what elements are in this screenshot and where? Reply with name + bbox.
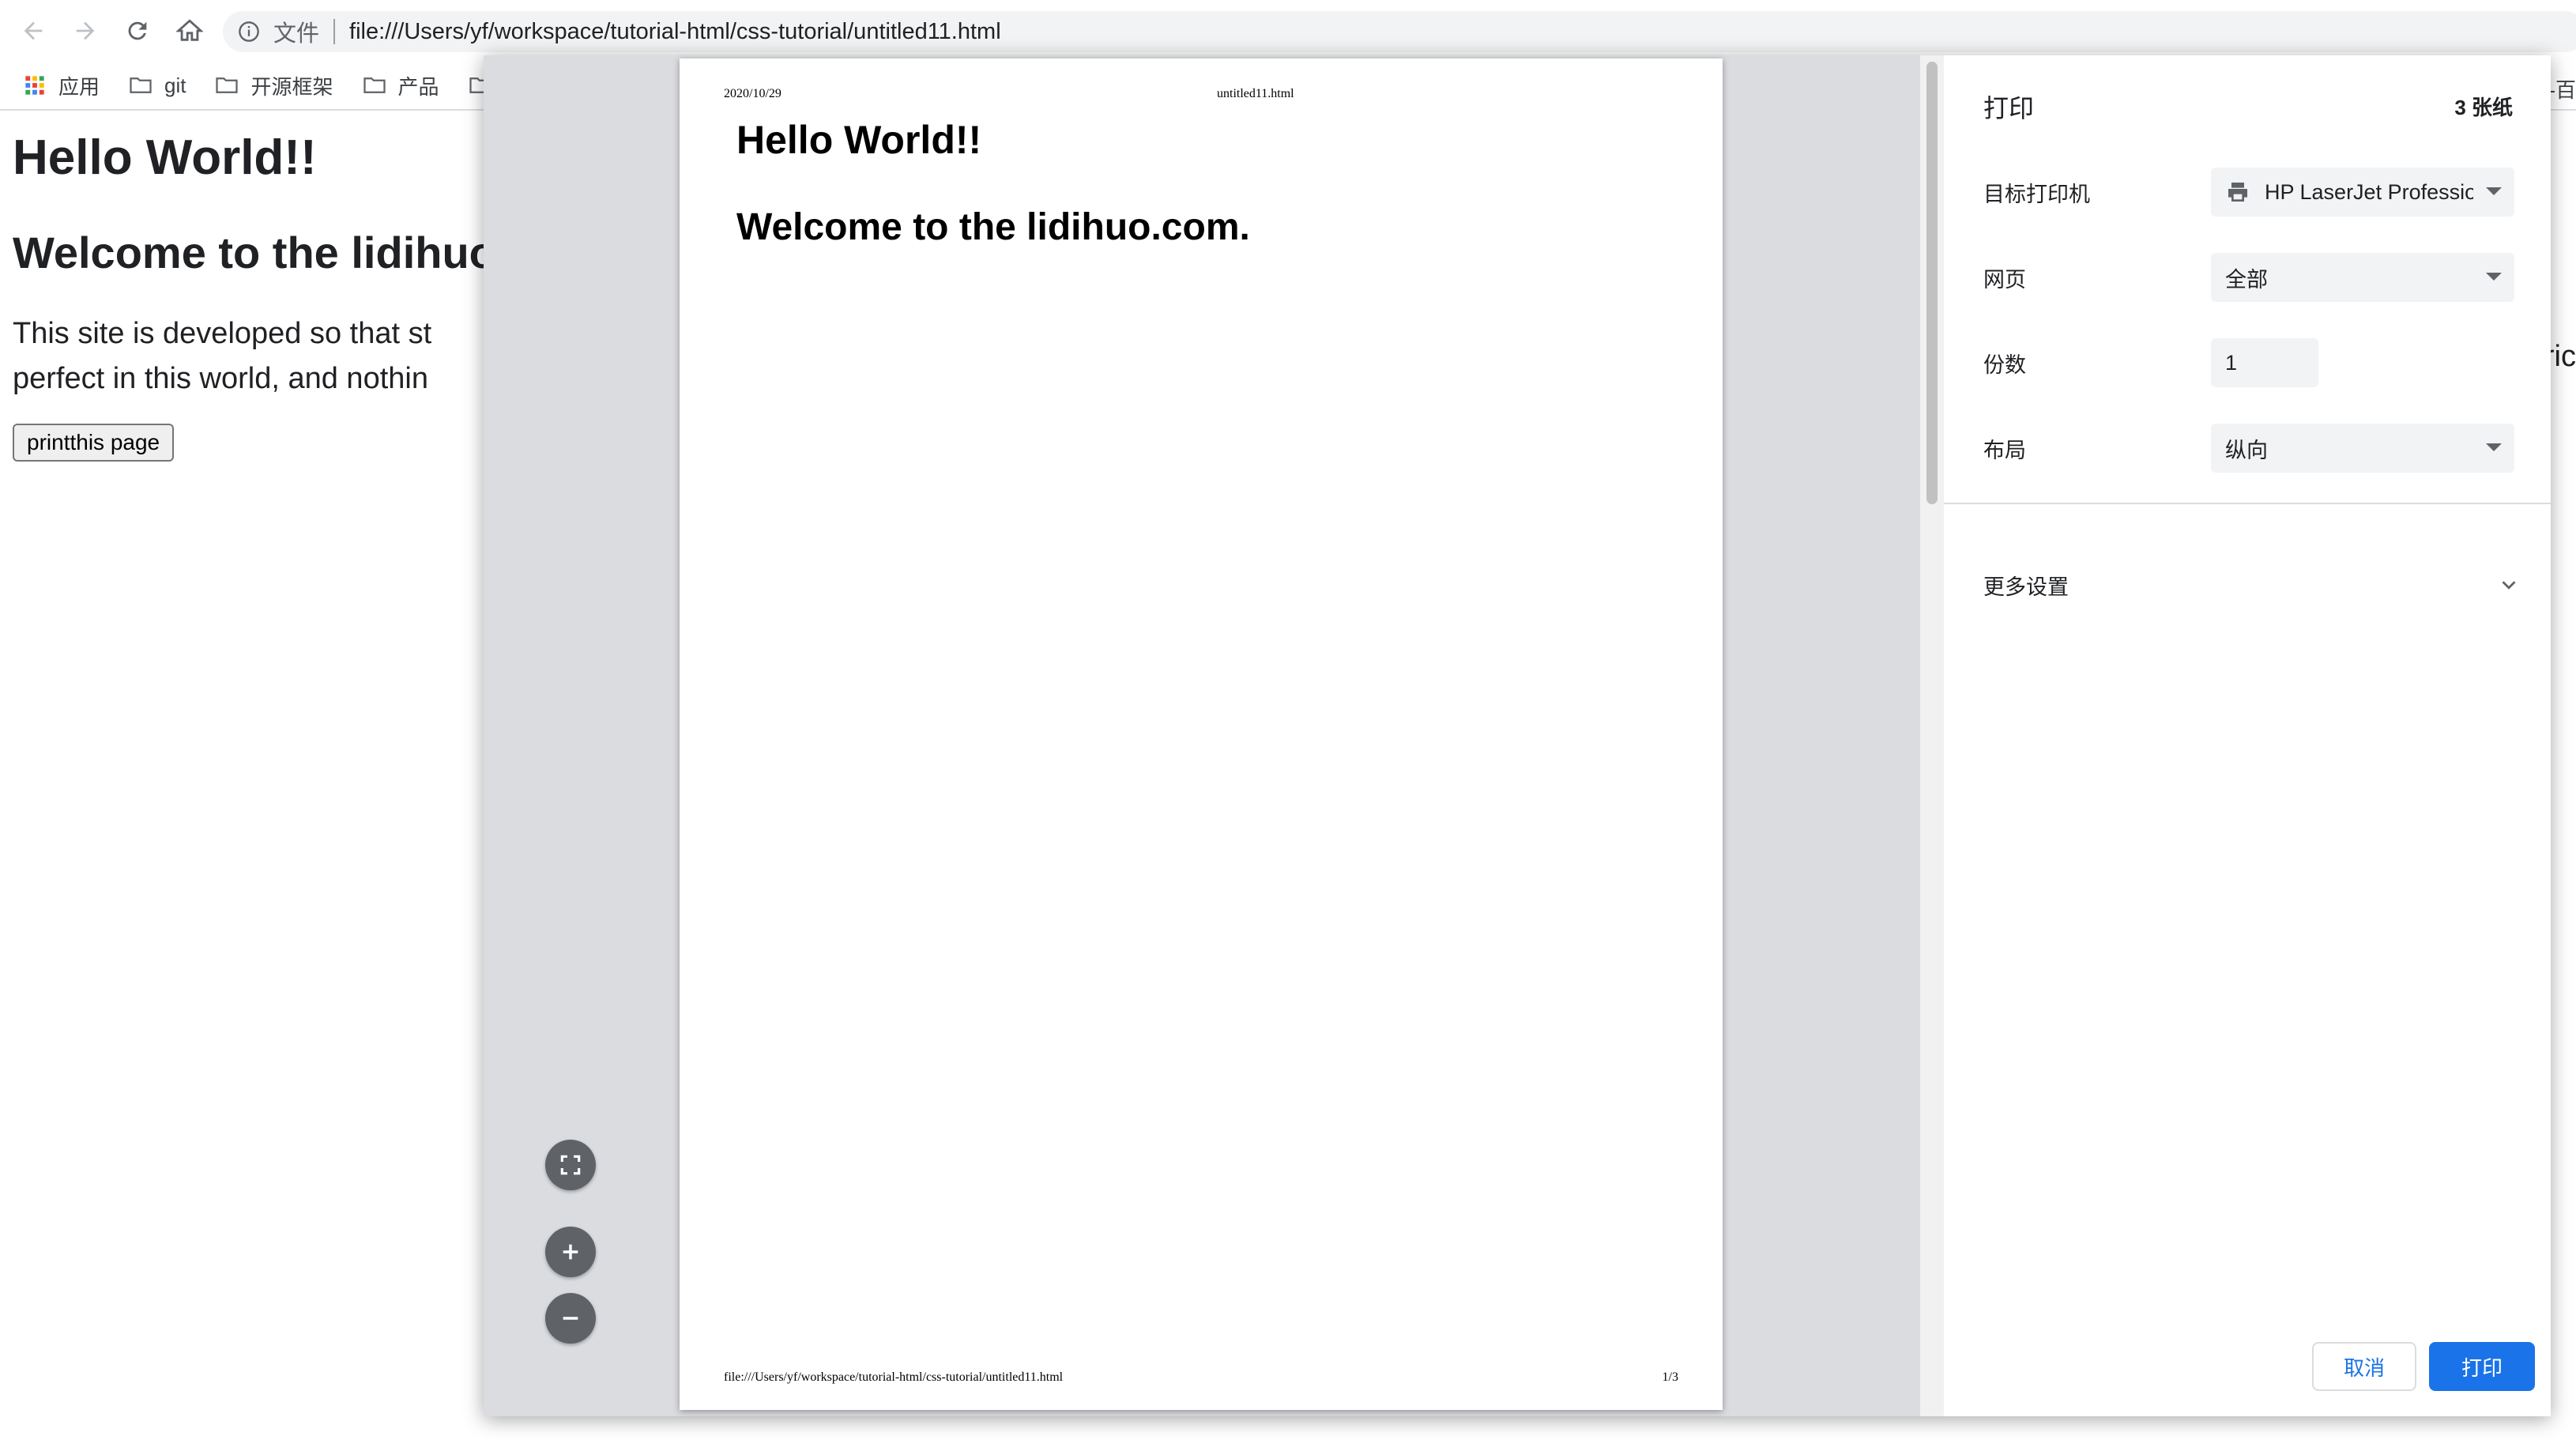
bookmark-label: 开源框架: [250, 74, 333, 99]
info-icon[interactable]: [237, 20, 261, 43]
bookmark-label: 产品: [397, 74, 439, 99]
apps-grid-icon: [22, 73, 47, 98]
dialog-title: 打印: [1983, 94, 2035, 123]
cancel-button[interactable]: 取消: [2312, 1342, 2416, 1391]
reload-button[interactable]: [112, 6, 163, 56]
scrollbar-thumb[interactable]: [1926, 62, 1938, 504]
bookmark-label: git: [164, 73, 186, 97]
arrow-left-icon: [24, 21, 43, 40]
preview-footer-url: file:///Users/yf/workspace/tutorial-html…: [724, 1370, 1064, 1384]
arrow-right-icon: [76, 21, 95, 40]
folder-icon: [128, 73, 153, 98]
folder-icon: [362, 73, 387, 98]
preview-heading-1: Hello World!!: [736, 118, 982, 162]
layout-label: 布局: [1983, 438, 2026, 462]
back-button[interactable]: [8, 6, 58, 56]
print-button[interactable]: 打印: [2429, 1342, 2535, 1391]
scheme-label: 文件: [273, 21, 320, 47]
bookmark-right-fragment: -百: [2548, 78, 2576, 102]
copies-input[interactable]: [2211, 338, 2318, 387]
settings-divider: [1944, 503, 2551, 504]
destination-select[interactable]: HP LaserJet Professio: [2211, 168, 2514, 217]
pages-select[interactable]: 全部: [2211, 253, 2514, 302]
dropdown-caret-icon: [2486, 187, 2502, 195]
destination-label: 目标打印机: [1983, 182, 2090, 206]
forward-button[interactable]: [60, 6, 111, 56]
pages-value: 全部: [2225, 267, 2268, 292]
sheet-count: 3 张纸: [2454, 96, 2513, 119]
bookmark-product[interactable]: 产品: [362, 71, 439, 100]
fit-to-page-icon: [560, 1155, 581, 1175]
preview-scrollbar[interactable]: [1920, 55, 1944, 1416]
omnibox-divider: [333, 19, 336, 44]
zoom-out-button[interactable]: [545, 1293, 596, 1344]
bookmark-opensource[interactable]: 开源框架: [214, 71, 333, 100]
preview-heading-2: Welcome to the lidihuo.com.: [736, 206, 1250, 248]
destination-row: 目标打印机 HP LaserJet Professio: [1983, 166, 2521, 218]
chevron-down-icon: [2502, 581, 2516, 590]
print-preview-area: 2020/10/29 untitled11.html Hello World!!…: [484, 55, 1920, 1416]
bookmark-label: 应用: [58, 74, 100, 99]
pages-row: 网页 全部: [1983, 251, 2521, 303]
preview-header-title: untitled11.html: [1217, 87, 1294, 100]
browser-toolbar: 文件 file:///Users/yf/workspace/tutorial-h…: [0, 0, 2576, 62]
pages-label: 网页: [1983, 267, 2026, 292]
more-settings-label: 更多设置: [1983, 575, 2069, 599]
more-settings-toggle[interactable]: 更多设置: [1983, 561, 2521, 609]
dropdown-caret-icon: [2486, 443, 2502, 451]
dropdown-caret-icon: [2486, 273, 2502, 281]
print-dialog: 2020/10/29 untitled11.html Hello World!!…: [484, 55, 2551, 1416]
zoom-in-icon: [563, 1244, 578, 1260]
copies-row: 份数: [1983, 337, 2521, 389]
layout-select[interactable]: 纵向: [2211, 424, 2514, 473]
zoom-in-button[interactable]: [545, 1227, 596, 1277]
destination-value: HP LaserJet Professio: [2265, 179, 2473, 204]
folder-icon: [214, 73, 239, 98]
printer-icon: [2225, 179, 2252, 205]
address-bar[interactable]: 文件 file:///Users/yf/workspace/tutorial-h…: [223, 11, 2576, 52]
reload-icon: [128, 21, 147, 40]
print-settings-panel: 打印 3 张纸 目标打印机 HP LaserJet Professio 网页 全…: [1944, 55, 2551, 1416]
bookmark-apps[interactable]: 应用: [22, 71, 100, 100]
copies-label: 份数: [1983, 352, 2026, 377]
home-icon: [176, 19, 203, 41]
preview-footer-page: 1/3: [1662, 1370, 1678, 1384]
layout-value: 纵向: [2225, 438, 2268, 462]
preview-header-date: 2020/10/29: [724, 87, 781, 100]
zoom-out-icon: [563, 1317, 578, 1320]
fit-to-page-button[interactable]: [545, 1140, 596, 1190]
paragraph-line-1: This site is developed so that st: [13, 317, 432, 350]
preview-page: 2020/10/29 untitled11.html Hello World!!…: [680, 58, 1723, 1410]
print-page-button[interactable]: printthis page: [13, 424, 175, 462]
home-button[interactable]: [164, 6, 215, 56]
url-text[interactable]: file:///Users/yf/workspace/tutorial-html…: [349, 19, 1001, 45]
layout-row: 布局 纵向: [1983, 422, 2521, 474]
bookmark-git[interactable]: git: [128, 73, 186, 98]
paragraph-line-2: perfect in this world, and nothin: [13, 362, 428, 395]
